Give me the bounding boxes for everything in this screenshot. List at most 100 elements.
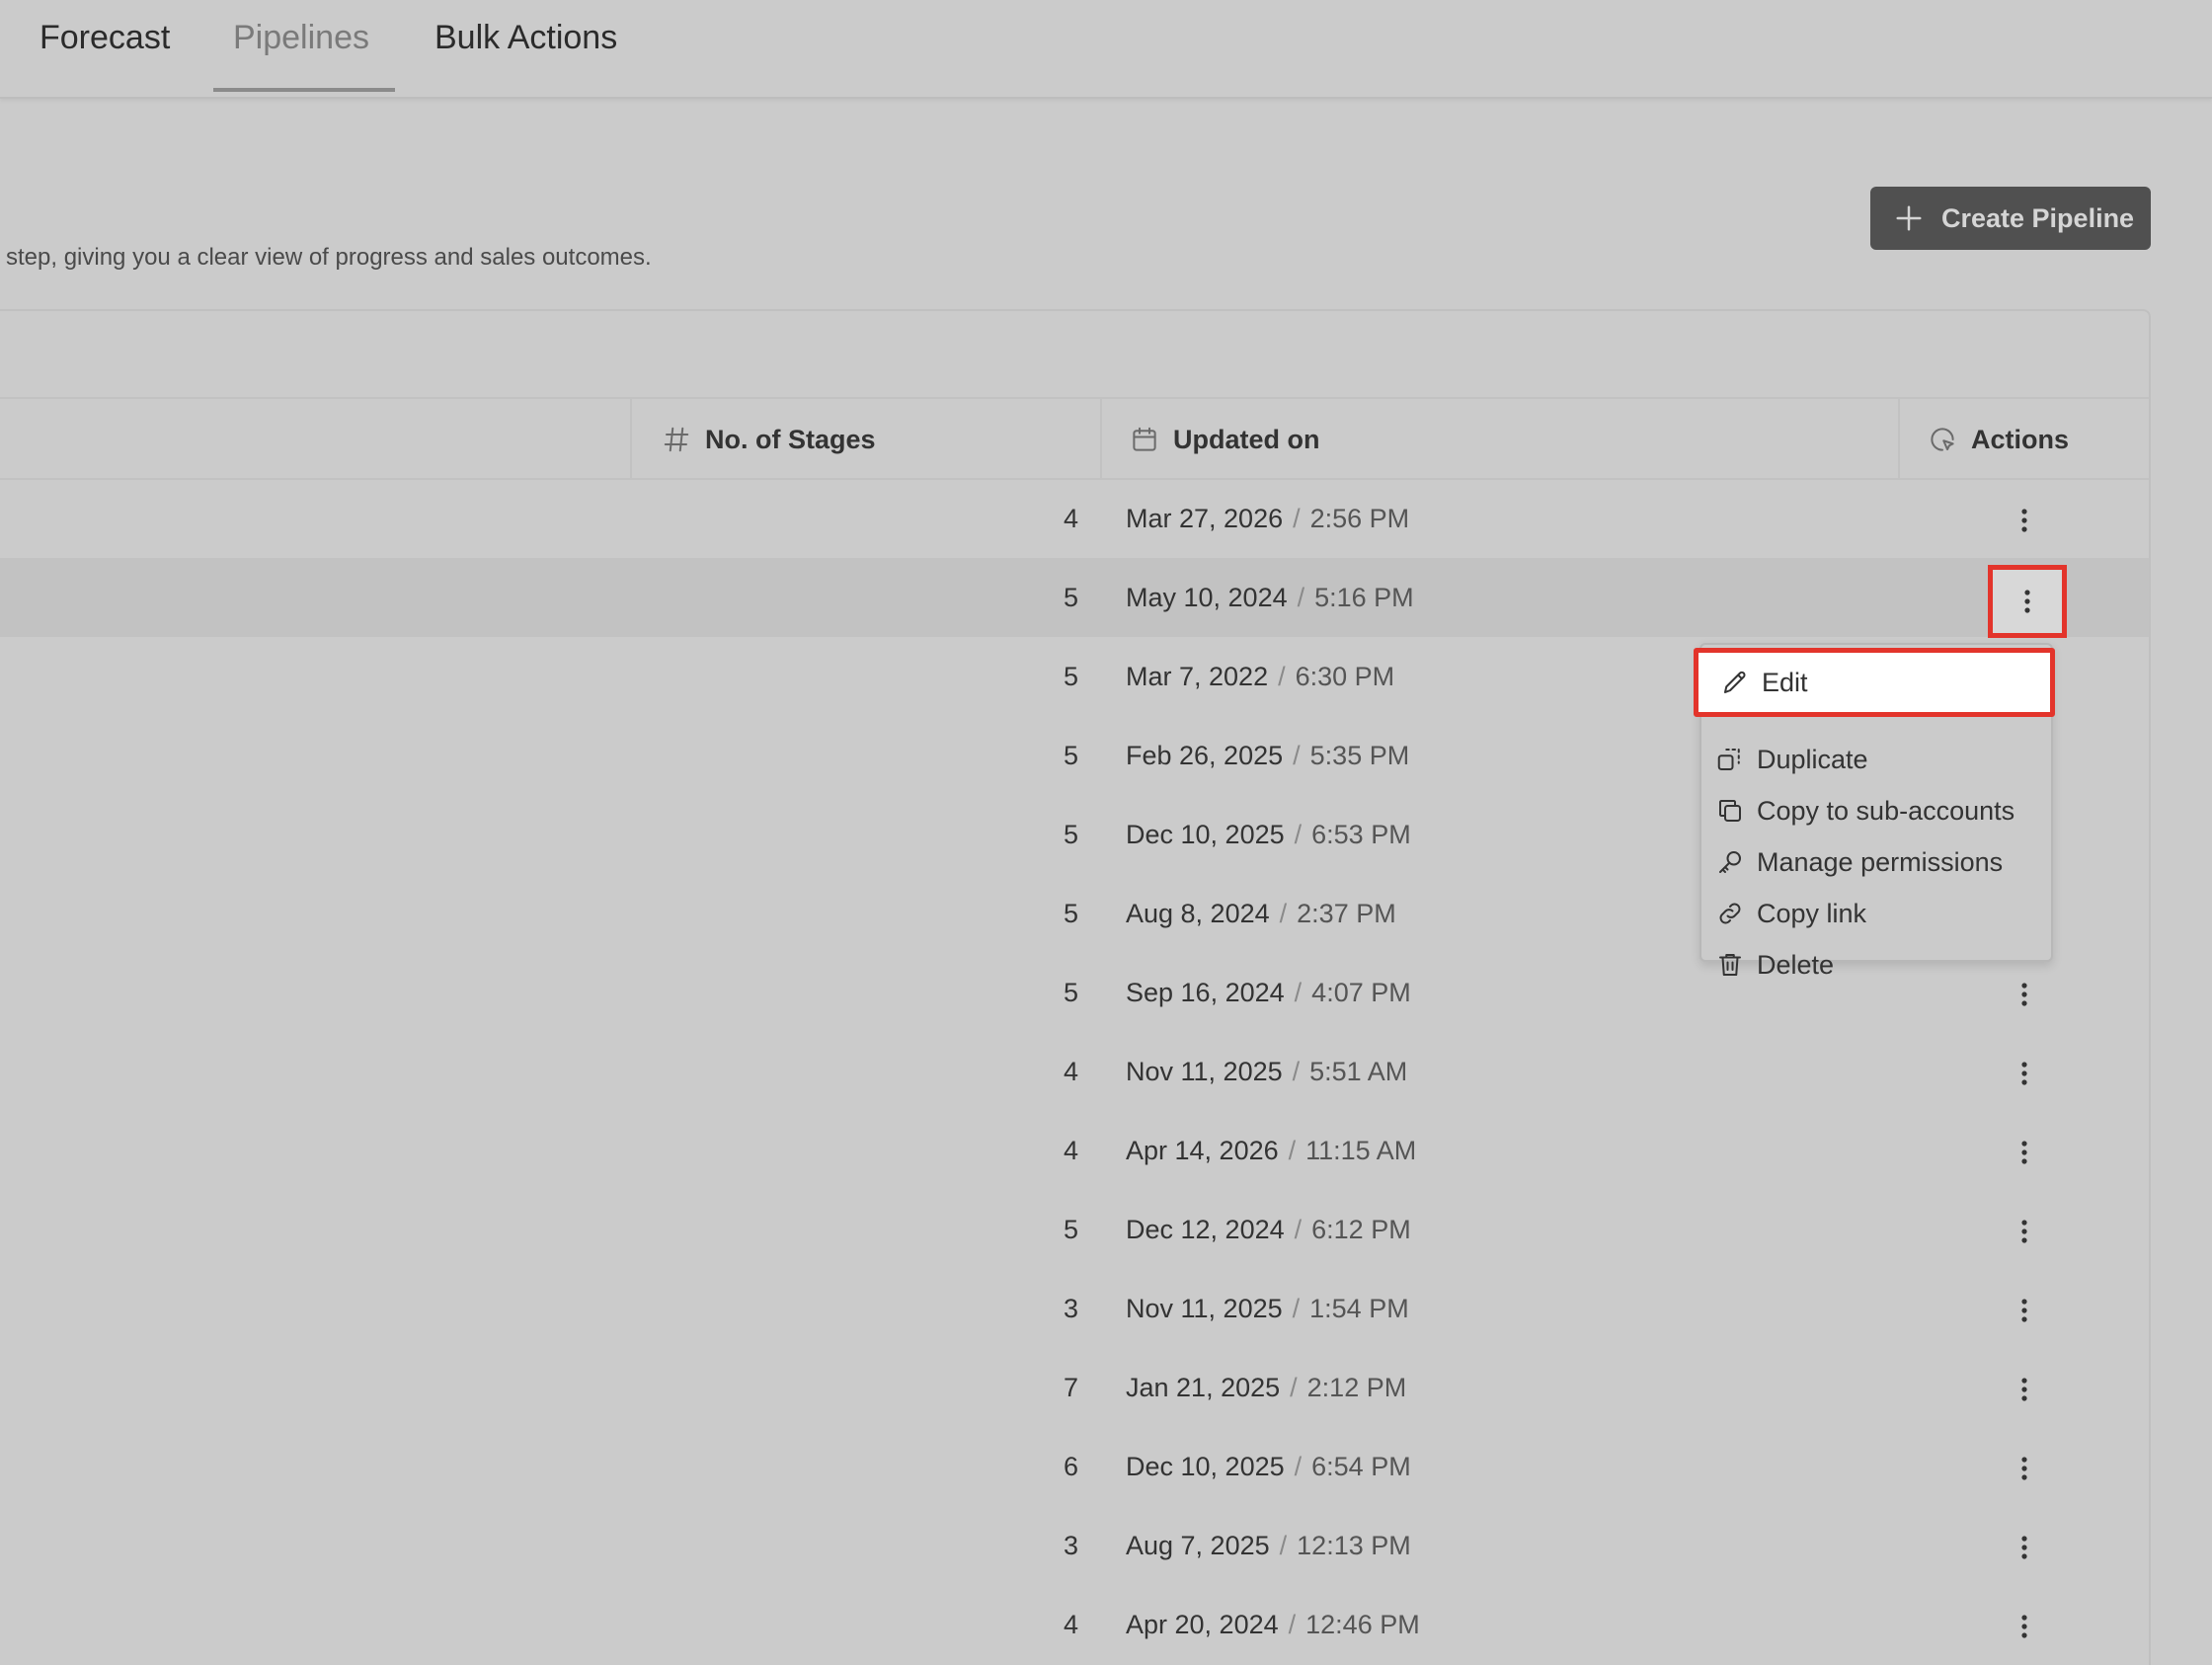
cursor-click-icon: [1931, 428, 1954, 451]
menu-item-delete[interactable]: Delete: [1715, 940, 2041, 990]
updated-time: 6:30 PM: [1295, 662, 1395, 691]
updated-time: 2:37 PM: [1297, 899, 1396, 928]
updated-date: Dec 10, 2025: [1126, 820, 1285, 849]
updated-on-cell: Apr 20, 2024 / 12:46 PM: [1126, 1585, 1420, 1664]
table-row[interactable]: 5 Dec 12, 2024 / 6:12 PM: [0, 1190, 2149, 1269]
updated-on-cell: Jan 21, 2025 / 2:12 PM: [1126, 1348, 1406, 1427]
stages-count: 3: [1063, 1294, 1078, 1323]
column-header-stages[interactable]: No. of Stages: [662, 399, 876, 480]
duplicate-icon: [1717, 749, 1740, 770]
updated-time: 12:13 PM: [1297, 1531, 1411, 1560]
updated-on-cell: Aug 7, 2025 / 12:13 PM: [1126, 1506, 1411, 1585]
updated-time: 5:51 AM: [1309, 1057, 1408, 1086]
stages-count: 4: [1063, 504, 1078, 533]
date-time-separator: /: [1292, 1294, 1301, 1323]
more-vertical-icon: [2021, 1141, 2027, 1164]
more-vertical-icon: [2021, 509, 2027, 532]
date-time-separator: /: [1279, 1531, 1288, 1560]
updated-time: 5:35 PM: [1309, 741, 1410, 770]
column-divider: [630, 399, 632, 480]
table-row[interactable]: 3 Nov 11, 2025 / 1:54 PM: [0, 1269, 2149, 1348]
row-actions-button[interactable]: [2009, 1295, 2040, 1326]
date-time-separator: /: [1279, 899, 1288, 928]
updated-date: Dec 10, 2025: [1126, 1452, 1285, 1481]
stages-count: 3: [1063, 1531, 1078, 1560]
row-actions-button-selected[interactable]: [1988, 565, 2067, 638]
date-time-separator: /: [1293, 504, 1301, 533]
tab-bulk-actions[interactable]: Bulk Actions: [434, 16, 617, 59]
updated-date: Mar 27, 2026: [1126, 504, 1284, 533]
stages-count: 4: [1063, 1136, 1078, 1165]
column-header-stages-label: No. of Stages: [705, 424, 876, 454]
more-vertical-icon: [2021, 1220, 2027, 1243]
updated-date: Aug 7, 2025: [1126, 1531, 1270, 1560]
updated-on-cell: Dec 10, 2025 / 6:53 PM: [1126, 795, 1411, 874]
menu-item-copy-link[interactable]: Copy link: [1715, 889, 2041, 938]
row-actions-button[interactable]: [2009, 505, 2040, 536]
updated-time: 5:16 PM: [1314, 583, 1414, 612]
date-time-separator: /: [1293, 741, 1301, 770]
tab-pipelines[interactable]: Pipelines: [233, 16, 369, 59]
updated-on-cell: Mar 27, 2026 / 2:56 PM: [1126, 479, 1409, 558]
table-row[interactable]: 4 Apr 14, 2026 / 11:15 AM: [0, 1111, 2149, 1190]
active-tab-indicator: [213, 88, 395, 92]
table-row[interactable]: 6 Dec 10, 2025 / 6:54 PM: [0, 1427, 2149, 1506]
updated-time: 2:56 PM: [1309, 504, 1410, 533]
updated-on-cell: Apr 14, 2026 / 11:15 AM: [1126, 1111, 1416, 1190]
row-actions-button[interactable]: [2009, 1611, 2040, 1642]
updated-on-cell: Dec 10, 2025 / 6:54 PM: [1126, 1427, 1411, 1506]
date-time-separator: /: [1288, 1610, 1297, 1639]
column-divider: [1898, 399, 1900, 480]
stages-count: 4: [1063, 1610, 1078, 1639]
stages-count: 6: [1063, 1452, 1078, 1481]
updated-time: 6:12 PM: [1311, 1215, 1411, 1244]
column-header-actions: Actions: [1928, 399, 2069, 480]
tab-forecast[interactable]: Forecast: [40, 16, 170, 59]
row-actions-button[interactable]: [2009, 1137, 2040, 1168]
menu-item-edit[interactable]: Edit: [1694, 648, 2055, 717]
row-actions-button[interactable]: [2009, 1453, 2040, 1484]
menu-item-copy-to-sub-accounts[interactable]: Copy to sub-accounts: [1715, 786, 2041, 835]
updated-time: 6:54 PM: [1311, 1452, 1411, 1481]
stages-count: 7: [1063, 1373, 1078, 1402]
updated-date: Feb 26, 2025: [1126, 741, 1284, 770]
menu-item-duplicate[interactable]: Duplicate: [1715, 735, 2041, 784]
stages-count: 5: [1063, 583, 1078, 612]
row-actions-button[interactable]: [2009, 1374, 2040, 1405]
hash-icon: [664, 427, 689, 452]
column-header-updated[interactable]: Updated on: [1130, 399, 1320, 480]
updated-date: Sep 16, 2024: [1126, 978, 1285, 1007]
row-actions-button[interactable]: [2009, 1532, 2040, 1563]
updated-time: 2:12 PM: [1306, 1373, 1407, 1402]
row-actions-button[interactable]: [2009, 1058, 2040, 1089]
updated-on-cell: Sep 16, 2024 / 4:07 PM: [1126, 953, 1411, 1032]
table-row[interactable]: 4 Mar 27, 2026 / 2:56 PM: [0, 479, 2149, 558]
table-row[interactable]: 3 Aug 7, 2025 / 12:13 PM: [0, 1506, 2149, 1585]
table-row[interactable]: 5 May 10, 2024 / 5:16 PM: [0, 558, 2149, 637]
create-pipeline-button[interactable]: Create Pipeline: [1870, 187, 2151, 250]
table-row[interactable]: 4 Nov 11, 2025 / 5:51 AM: [0, 1032, 2149, 1111]
stages-count: 5: [1063, 978, 1078, 1007]
updated-on-cell: Feb 26, 2025 / 5:35 PM: [1126, 716, 1409, 795]
more-vertical-icon: [2024, 590, 2030, 613]
menu-item-manage-permissions[interactable]: Manage permissions: [1715, 837, 2041, 887]
copy-icon: [1719, 800, 1741, 822]
date-time-separator: /: [1294, 978, 1303, 1007]
updated-on-cell: Mar 7, 2022 / 6:30 PM: [1126, 637, 1394, 716]
stages-count: 5: [1063, 820, 1078, 849]
updated-on-cell: Aug 8, 2024 / 2:37 PM: [1126, 874, 1396, 953]
table-row[interactable]: 4 Apr 20, 2024 / 12:46 PM: [0, 1585, 2149, 1664]
table-row[interactable]: 7 Jan 21, 2025 / 2:12 PM: [0, 1348, 2149, 1427]
date-time-separator: /: [1294, 1452, 1303, 1481]
updated-date: Dec 12, 2024: [1126, 1215, 1285, 1244]
updated-on-cell: Dec 12, 2024 / 6:12 PM: [1126, 1190, 1411, 1269]
stages-count: 5: [1063, 1215, 1078, 1244]
updated-date: Nov 11, 2025: [1126, 1057, 1283, 1086]
date-time-separator: /: [1292, 1057, 1301, 1086]
more-vertical-icon: [2021, 1536, 2027, 1559]
menu-item-delete-label: Delete: [1757, 949, 1835, 980]
row-actions-button[interactable]: [2009, 1216, 2040, 1247]
updated-date: Nov 11, 2025: [1126, 1294, 1283, 1323]
menu-item-copy-link-label: Copy link: [1757, 898, 1867, 928]
date-time-separator: /: [1294, 1215, 1303, 1244]
